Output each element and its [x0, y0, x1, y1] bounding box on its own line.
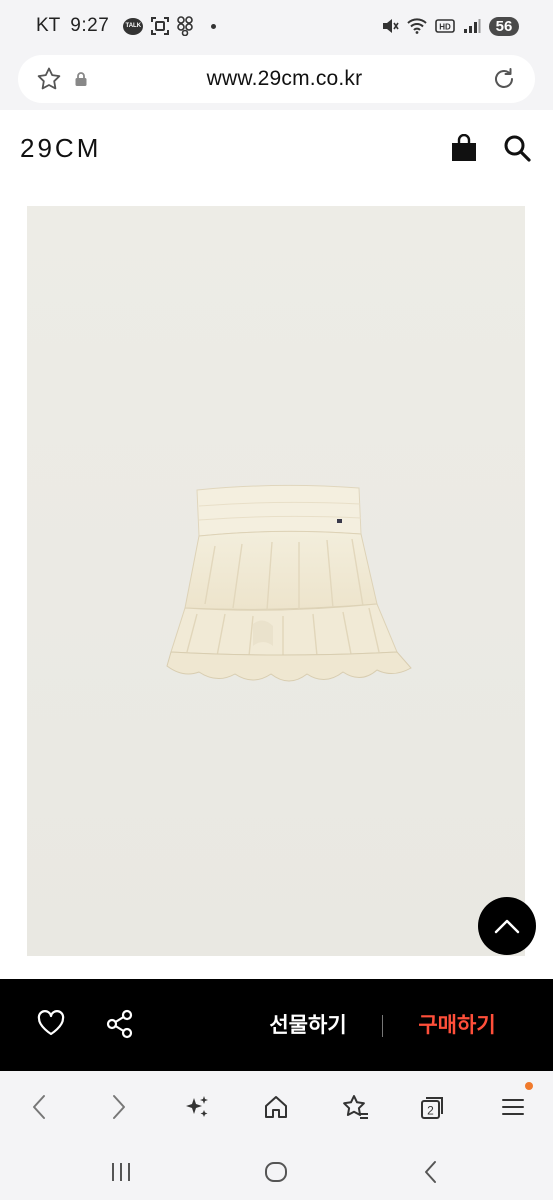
bookmarks-button[interactable] [338, 1090, 372, 1124]
browser-back-button[interactable] [22, 1090, 56, 1124]
home-icon [265, 1096, 287, 1118]
system-nav [0, 1143, 553, 1200]
skirt-illustration [27, 206, 525, 956]
system-back-button[interactable] [414, 1155, 448, 1189]
mute-icon [383, 19, 399, 33]
bookmark-star-icon[interactable] [36, 66, 62, 92]
tabs-button[interactable]: 2 [416, 1090, 450, 1124]
hd-icon: HD [435, 19, 455, 33]
chevron-up-icon [494, 919, 520, 934]
address-bar[interactable]: www.29cm.co.kr [18, 55, 535, 103]
menu-button[interactable] [496, 1090, 530, 1124]
site-logo[interactable]: 29CM [20, 133, 101, 164]
back-icon [33, 1095, 45, 1119]
status-left: KT 9:27 TALK [36, 15, 217, 37]
reload-icon[interactable] [491, 66, 517, 92]
buy-button[interactable]: 구매하기 [410, 1009, 504, 1039]
url-text[interactable]: www.29cm.co.kr [78, 67, 491, 91]
browser-nav: 2 [0, 1071, 553, 1143]
browser-forward-button[interactable] [102, 1090, 136, 1124]
menu-icon [502, 1099, 524, 1115]
scroll-top-button[interactable] [478, 897, 536, 955]
home-circle-icon [265, 1162, 287, 1182]
system-home-button[interactable] [259, 1155, 293, 1189]
site-header: 29CM [0, 110, 553, 186]
forward-icon [113, 1095, 125, 1119]
menu-notification-dot [525, 1082, 533, 1090]
clock: 9:27 [70, 15, 110, 36]
app-grid-icon [177, 16, 194, 36]
tab-count: 2 [427, 1104, 434, 1118]
recent-apps-button[interactable] [104, 1155, 138, 1189]
product-image[interactable] [27, 206, 525, 956]
bookmarks-icon [343, 1095, 368, 1119]
gift-button[interactable]: 선물하기 [262, 1009, 354, 1039]
home-button[interactable] [259, 1090, 293, 1124]
purchase-bar: 선물하기 구매하기 [0, 979, 553, 1071]
share-icon[interactable] [106, 1009, 134, 1039]
header-actions [451, 134, 531, 162]
svg-text:HD: HD [439, 23, 451, 32]
purchase-bar-divider [382, 1015, 383, 1037]
ai-sparkle-icon [186, 1096, 208, 1117]
browser-toolbar: www.29cm.co.kr [0, 52, 553, 110]
carrier-label: KT [36, 15, 61, 36]
wifi-icon [407, 18, 427, 34]
tabs-icon: 2 [421, 1097, 443, 1119]
signal-icon [464, 19, 481, 33]
battery-icon: 56 [489, 16, 519, 36]
ai-sparkle-button[interactable] [180, 1090, 214, 1124]
status-bar: KT 9:27 TALK HD 56 [0, 0, 553, 52]
recent-apps-icon [112, 1163, 130, 1181]
heart-icon[interactable] [36, 1009, 66, 1037]
kakaotalk-icon: TALK [123, 17, 144, 35]
search-icon[interactable] [503, 134, 531, 162]
status-right: HD 56 [381, 16, 519, 36]
shopping-bag-icon[interactable] [451, 134, 477, 162]
notification-dot [211, 23, 217, 29]
notification-icons: TALK [123, 16, 217, 36]
screen-capture-icon [151, 17, 170, 35]
back-icon [425, 1161, 436, 1183]
